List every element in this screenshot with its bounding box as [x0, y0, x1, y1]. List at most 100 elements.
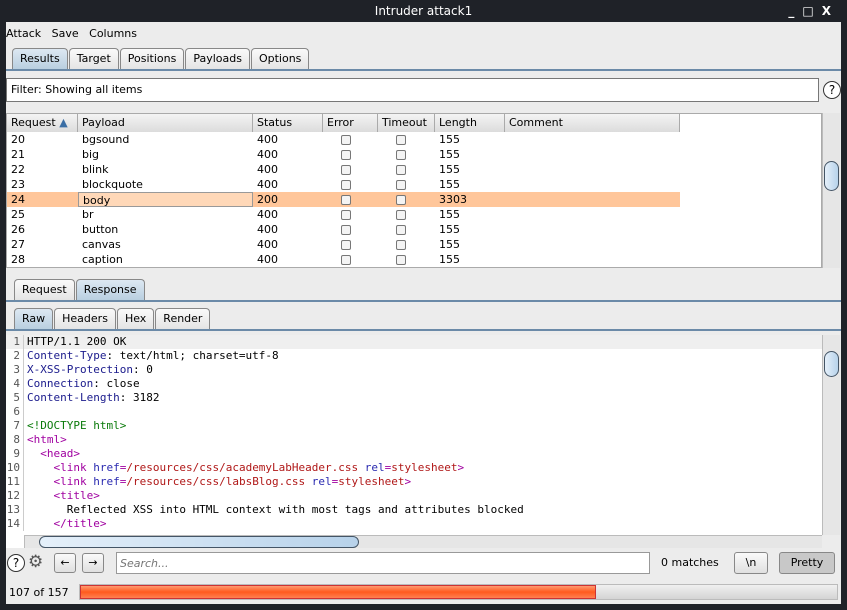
help-icon[interactable]: ?	[7, 554, 25, 572]
scroll-thumb[interactable]	[824, 161, 839, 191]
cell-payload: button	[82, 223, 119, 236]
table-row[interactable]: 21 big 400 155	[7, 147, 680, 162]
error-checkbox[interactable]	[341, 195, 351, 205]
code-line: 10 <link href=/resources/css/academyLabH…	[6, 461, 822, 475]
table-row[interactable]: 22 blink 400 155	[7, 162, 680, 177]
table-scrollbar[interactable]	[822, 113, 840, 268]
filter-bar[interactable]: Filter: Showing all items	[6, 78, 819, 102]
menu-attack[interactable]: Attack	[6, 27, 41, 40]
error-checkbox[interactable]	[341, 135, 351, 145]
code-token: href	[93, 461, 120, 474]
col-request[interactable]: Request ▲	[7, 114, 78, 132]
col-error[interactable]: Error	[323, 114, 378, 132]
view-tabs: Raw Headers Hex Render	[6, 308, 841, 331]
main-tabs: Results Target Positions Payloads Option…	[6, 48, 841, 71]
timeout-checkbox[interactable]	[396, 195, 406, 205]
line-number: 10	[6, 461, 24, 475]
code-token: : close	[93, 377, 140, 390]
col-timeout[interactable]: Timeout	[378, 114, 435, 132]
error-checkbox[interactable]	[341, 180, 351, 190]
timeout-checkbox[interactable]	[396, 240, 406, 250]
menu-save[interactable]: Save	[52, 27, 79, 40]
close-button[interactable]: X	[822, 4, 839, 18]
maximize-button[interactable]: □	[802, 4, 821, 18]
tab-target[interactable]: Target	[68, 48, 119, 69]
error-checkbox[interactable]	[341, 240, 351, 250]
cell-length: 155	[439, 163, 460, 176]
table-row[interactable]: 23 blockquote 400 155	[7, 177, 680, 192]
cell-request: 28	[11, 253, 25, 266]
col-payload[interactable]: Payload	[78, 114, 253, 132]
timeout-checkbox[interactable]	[396, 165, 406, 175]
code-token: Reflected XSS into HTML context with mos…	[27, 503, 524, 516]
search-input[interactable]	[116, 552, 650, 574]
code-line: 1 HTTP/1.1 200 OK	[6, 335, 822, 349]
tab-results[interactable]: Results	[12, 48, 68, 69]
pretty-toggle[interactable]: Pretty	[779, 552, 835, 574]
col-status[interactable]: Status	[253, 114, 323, 132]
scroll-thumb[interactable]	[39, 536, 359, 548]
cell-request: 25	[11, 208, 25, 221]
tab-request[interactable]: Request	[14, 279, 75, 300]
cell-length: 155	[439, 148, 460, 161]
menu-columns[interactable]: Columns	[89, 27, 137, 40]
code-token: rel	[305, 475, 332, 488]
tab-render[interactable]: Render	[155, 308, 211, 329]
tab-raw[interactable]: Raw	[14, 308, 54, 329]
cell-request: 24	[11, 193, 25, 206]
error-checkbox[interactable]	[341, 255, 351, 265]
previous-button[interactable]: ←	[54, 553, 76, 573]
editor-vscrollbar[interactable]	[822, 335, 840, 535]
match-count: 0 matches	[661, 556, 719, 569]
tab-hex[interactable]: Hex	[116, 308, 155, 329]
cell-status: 400	[257, 208, 278, 221]
code-token: <!DOCTYPE html>	[27, 419, 127, 432]
cell-length: 155	[439, 208, 460, 221]
col-length[interactable]: Length	[435, 114, 505, 132]
editor-hscrollbar[interactable]	[24, 535, 822, 548]
table-row[interactable]: 25 br 400 155	[7, 207, 680, 222]
code-line: 6	[6, 405, 822, 419]
timeout-checkbox[interactable]	[396, 225, 406, 235]
tab-options[interactable]: Options	[250, 48, 310, 69]
scroll-thumb[interactable]	[824, 351, 839, 377]
window-title: Intruder attack1	[374, 4, 473, 18]
code-line: 4 Connection: close	[6, 377, 822, 391]
tab-headers[interactable]: Headers	[54, 308, 116, 329]
timeout-checkbox[interactable]	[396, 255, 406, 265]
gear-icon[interactable]: ⚙	[28, 552, 43, 572]
code-line: 14 </title>	[6, 517, 822, 531]
code-token: stylesheet	[391, 461, 458, 474]
tab-positions[interactable]: Positions	[119, 48, 185, 69]
line-number: 5	[6, 391, 24, 405]
code-token: <title>	[27, 489, 100, 502]
tab-response[interactable]: Response	[75, 279, 145, 300]
table-row[interactable]: 27 canvas 400 155	[7, 237, 680, 252]
table-row[interactable]: 20 bgsound 400 155	[7, 132, 680, 147]
timeout-checkbox[interactable]	[396, 180, 406, 190]
error-checkbox[interactable]	[341, 225, 351, 235]
col-comment[interactable]: Comment	[505, 114, 680, 132]
code-token: html	[33, 433, 61, 446]
error-checkbox[interactable]	[341, 165, 351, 175]
table-row[interactable]: 24 body 200 3303	[7, 192, 680, 207]
code-token: X-XSS-Protection	[27, 363, 133, 376]
minimize-button[interactable]: _	[788, 4, 802, 18]
cell-request: 23	[11, 178, 25, 191]
error-checkbox[interactable]	[341, 150, 351, 160]
next-button[interactable]: →	[82, 553, 104, 573]
table-row[interactable]: 26 button 400 155	[7, 222, 680, 237]
code-token: HTTP/1.1 200 OK	[27, 335, 127, 348]
tab-payloads[interactable]: Payloads	[185, 48, 250, 69]
newline-toggle[interactable]: \n	[734, 552, 768, 574]
help-icon[interactable]: ?	[823, 81, 841, 99]
code-line: 8 <html>	[6, 433, 822, 447]
response-editor[interactable]: 1 HTTP/1.1 200 OK 2 Content-Type: text/html…	[6, 335, 822, 548]
timeout-checkbox[interactable]	[396, 135, 406, 145]
timeout-checkbox[interactable]	[396, 210, 406, 220]
timeout-checkbox[interactable]	[396, 150, 406, 160]
table-row[interactable]: 28 caption 400 155	[7, 252, 680, 267]
cell-request: 26	[11, 223, 25, 236]
line-number: 12	[6, 489, 24, 503]
error-checkbox[interactable]	[341, 210, 351, 220]
